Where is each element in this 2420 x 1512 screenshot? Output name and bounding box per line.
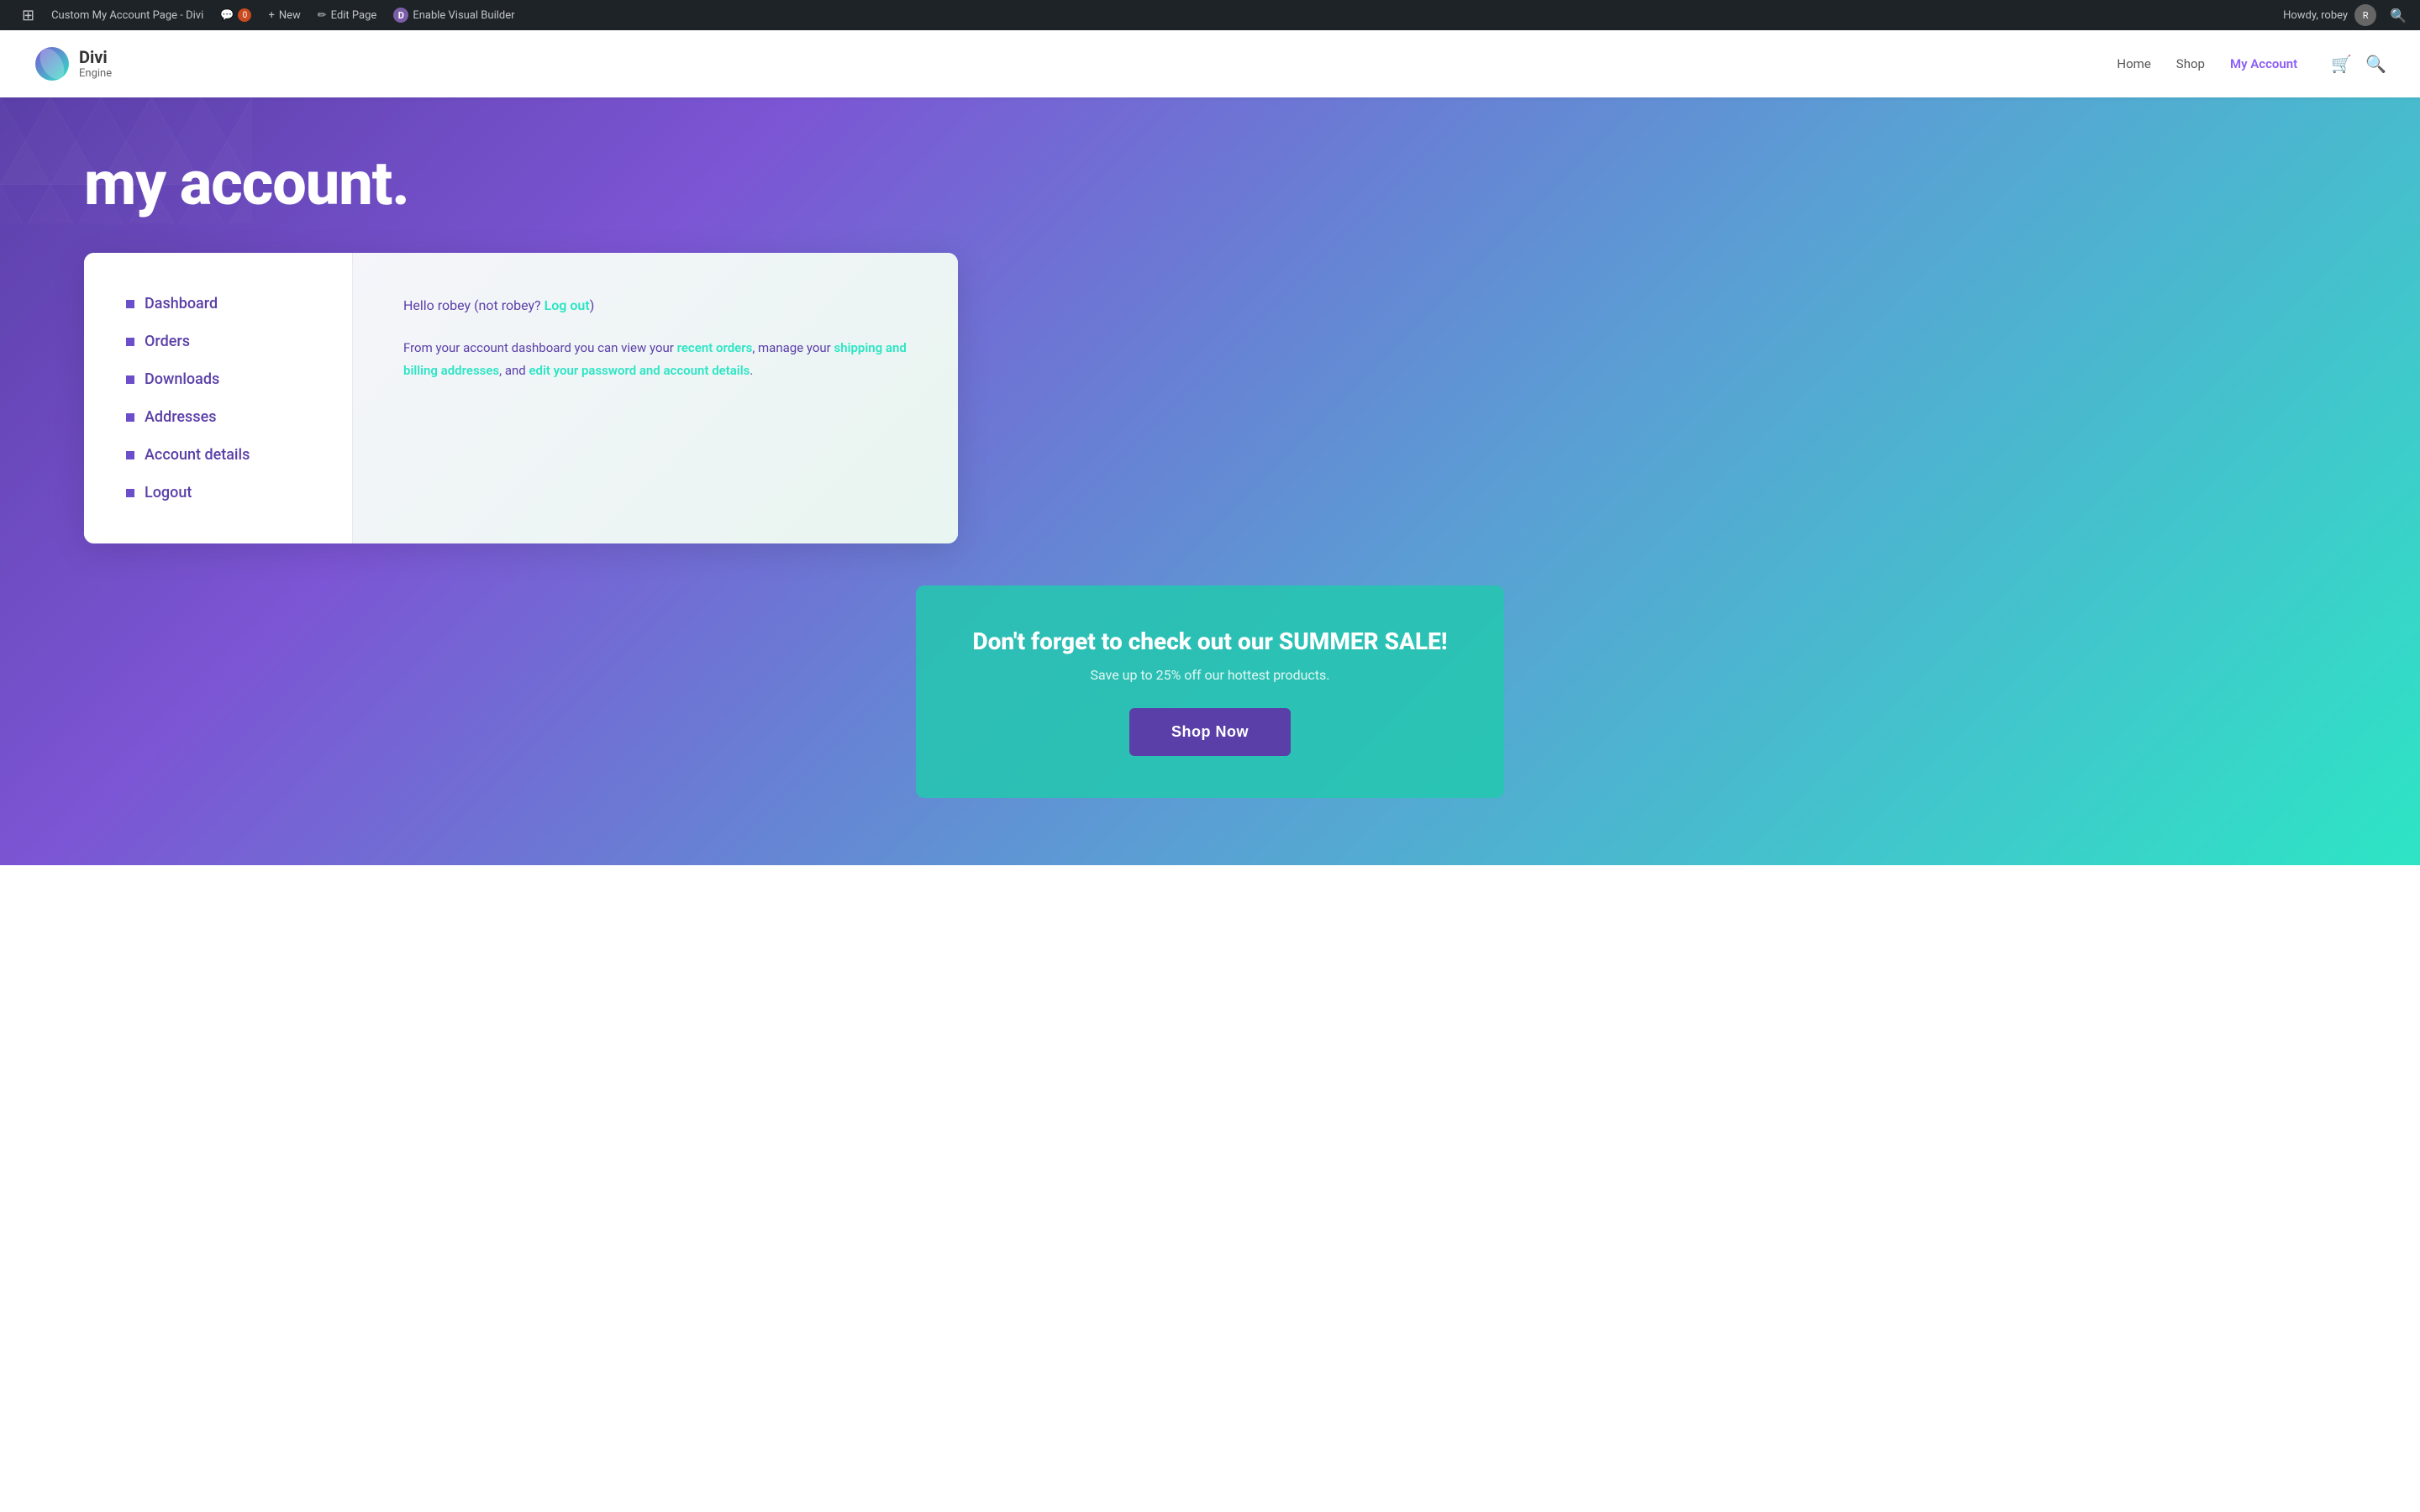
nav-bullet	[126, 300, 134, 308]
nav-bullet	[126, 413, 134, 422]
account-main: Hello robey (not robey? Log out) From yo…	[353, 253, 958, 543]
admin-bar: ⊞ Custom My Account Page - Divi 💬 0 + Ne…	[0, 0, 2420, 30]
nav-my-account[interactable]: My Account	[2230, 56, 2297, 71]
nav-item-logout[interactable]: Logout	[126, 484, 310, 501]
nav-bullet	[126, 451, 134, 459]
nav-item-account-details[interactable]: Account details	[126, 446, 310, 464]
nav-item-addresses[interactable]: Addresses	[126, 408, 310, 426]
main-content: my account. Dashboard Orders	[0, 97, 2420, 865]
new-plus-icon: +	[268, 9, 274, 22]
desc-prefix: From your account dashboard you can view…	[403, 340, 677, 355]
password-account-link[interactable]: edit your password and account details	[529, 363, 750, 378]
nav-orders-link[interactable]: Orders	[145, 333, 190, 350]
account-description: From your account dashboard you can view…	[403, 337, 908, 382]
hello-suffix: )	[590, 297, 595, 313]
search-icon[interactable]: 🔍	[2390, 8, 2407, 24]
desc-suffix: .	[750, 363, 753, 378]
nav-bullet	[126, 338, 134, 346]
nav-bullet	[126, 375, 134, 384]
hero-content: my account. Dashboard Orders	[84, 148, 2336, 798]
edit-icon: ✏	[318, 9, 327, 22]
sale-banner: Don't forget to check out our SUMMER SAL…	[916, 585, 1504, 798]
wp-logo-item[interactable]: ⊞	[13, 0, 43, 30]
comments-icon: 💬	[220, 9, 234, 22]
cart-button[interactable]: 🛒	[2331, 54, 2352, 75]
nav-shop[interactable]: Shop	[2176, 56, 2205, 71]
account-card: Dashboard Orders Downloads Addresse	[84, 253, 958, 543]
recent-orders-link[interactable]: recent orders	[677, 340, 753, 355]
nav-bullet	[126, 489, 134, 497]
desc-mid1: , manage your	[752, 340, 834, 355]
nav-item-dashboard[interactable]: Dashboard	[126, 295, 310, 312]
nav-dashboard-link[interactable]: Dashboard	[145, 295, 218, 312]
site-name-item[interactable]: Custom My Account Page - Divi	[43, 0, 212, 30]
nav-logout-link[interactable]: Logout	[145, 484, 192, 501]
nav-account-details-link[interactable]: Account details	[145, 446, 250, 464]
divi-item[interactable]: D Enable Visual Builder	[385, 0, 523, 30]
hero-title: my account.	[84, 148, 2336, 219]
edit-page-item[interactable]: ✏ Edit Page	[309, 0, 386, 30]
logo[interactable]: Divi Engine	[34, 45, 112, 82]
shop-now-button[interactable]: Shop Now	[1129, 708, 1291, 756]
nav-item-downloads[interactable]: Downloads	[126, 370, 310, 388]
new-item[interactable]: + New	[260, 0, 308, 30]
hello-prefix: Hello robey (not robey?	[403, 297, 544, 313]
comment-count: 0	[238, 8, 251, 22]
howdy-text: Howdy, robey	[2283, 9, 2348, 22]
logo-divi: Divi	[79, 47, 112, 67]
sale-title: Don't forget to check out our SUMMER SAL…	[966, 627, 1454, 655]
new-label: New	[279, 9, 301, 22]
nav-item-orders[interactable]: Orders	[126, 333, 310, 350]
nav-downloads-link[interactable]: Downloads	[145, 370, 219, 388]
logo-engine: Engine	[79, 67, 112, 81]
desc-mid2: , and	[499, 363, 529, 378]
comments-item[interactable]: 💬 0	[212, 0, 260, 30]
logo-icon	[34, 45, 71, 82]
site-name-label: Custom My Account Page - Divi	[51, 9, 203, 22]
account-hello: Hello robey (not robey? Log out)	[403, 295, 908, 317]
search-button[interactable]: 🔍	[2365, 54, 2386, 75]
wp-logo-icon: ⊞	[22, 7, 34, 24]
site-header: Divi Engine Home Shop My Account 🛒 🔍	[0, 30, 2420, 97]
nav-home[interactable]: Home	[2117, 56, 2150, 71]
divi-icon: D	[393, 8, 408, 23]
sale-subtitle: Save up to 25% off our hottest products.	[966, 667, 1454, 683]
avatar: R	[2354, 4, 2376, 26]
account-nav: Dashboard Orders Downloads Addresse	[126, 295, 310, 501]
divi-label: Enable Visual Builder	[413, 9, 514, 22]
main-nav: Home Shop My Account 🛒 🔍	[2117, 54, 2386, 75]
logout-link[interactable]: Log out	[544, 297, 590, 313]
edit-page-label: Edit Page	[331, 9, 377, 22]
nav-addresses-link[interactable]: Addresses	[145, 408, 217, 426]
account-sidebar: Dashboard Orders Downloads Addresse	[84, 253, 353, 543]
hero-section: my account. Dashboard Orders	[0, 97, 2420, 865]
